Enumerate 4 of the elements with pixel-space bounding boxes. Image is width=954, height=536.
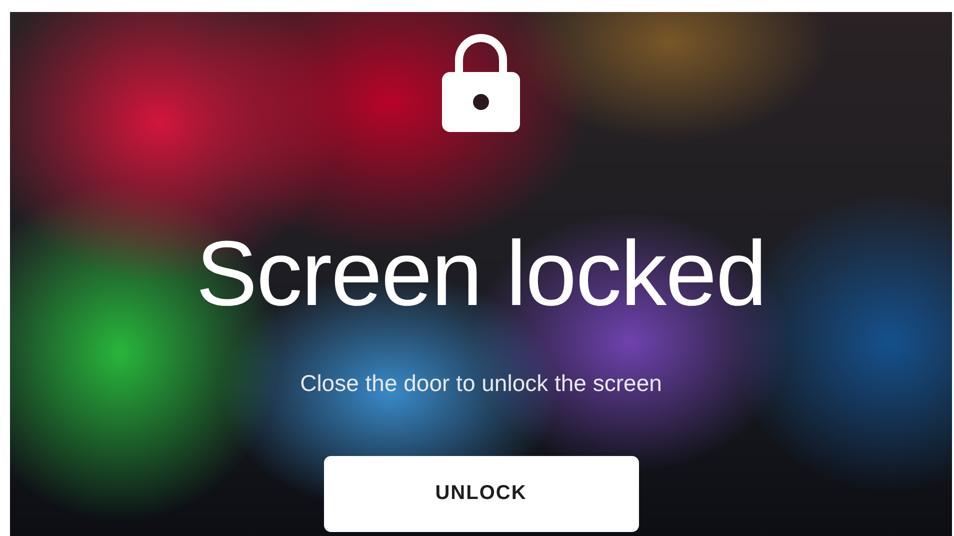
screen-title: Screen locked — [196, 228, 766, 320]
unlock-message: Close the door to unlock the screen — [300, 370, 662, 398]
unlock-button[interactable]: UNLOCK — [324, 456, 638, 532]
padlock-icon — [442, 34, 520, 132]
